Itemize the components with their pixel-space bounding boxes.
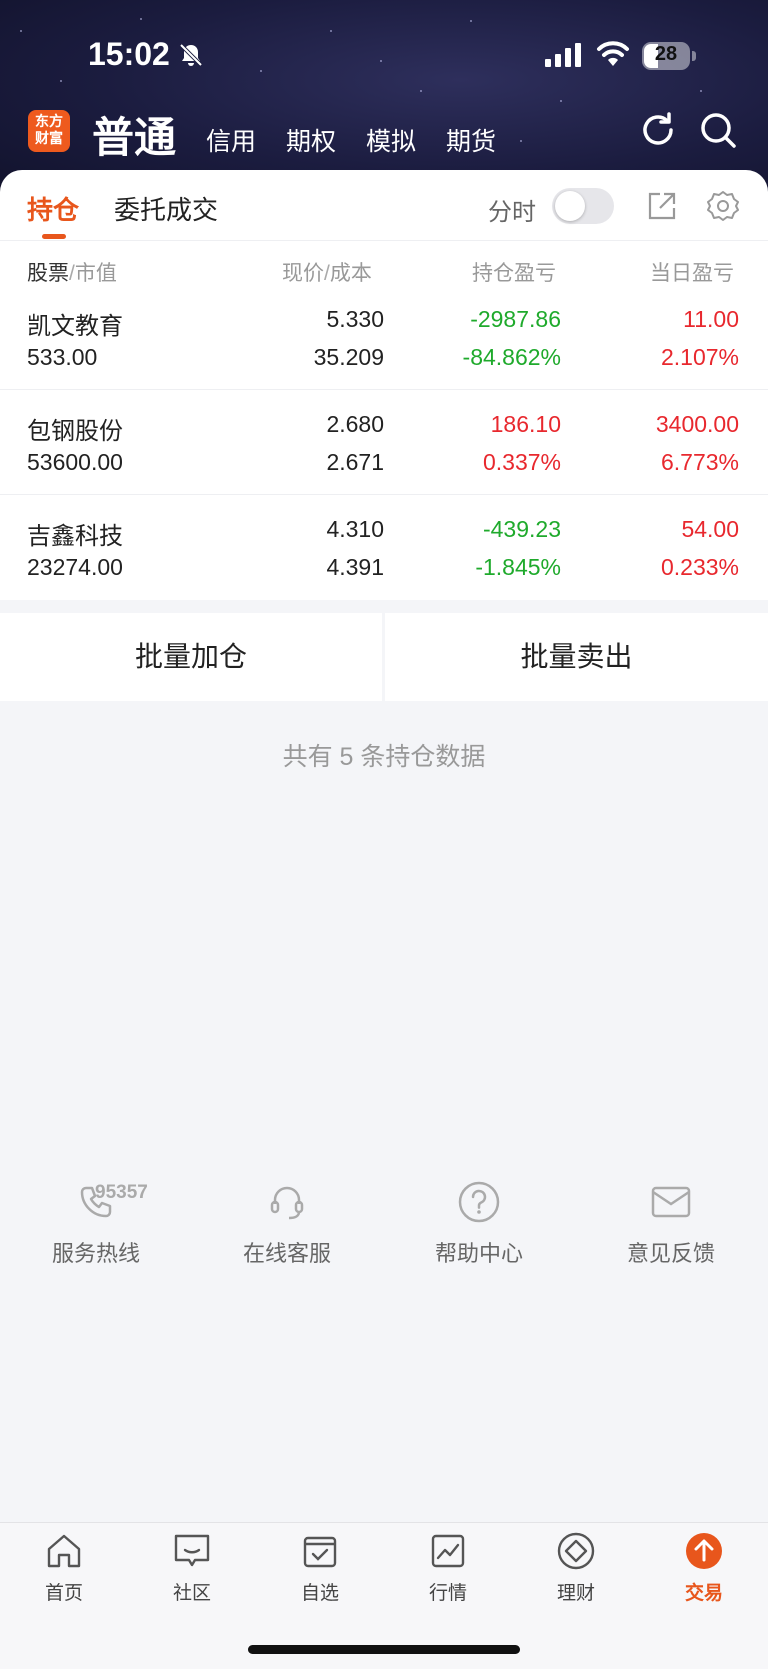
cost-price: 4.391 [326, 554, 384, 580]
nav-market[interactable]: 行情 [400, 1530, 496, 1605]
cost-price: 35.209 [313, 344, 384, 370]
col-header-price: 现价/成本 [282, 262, 372, 285]
nav-community[interactable]: 社区 [144, 1530, 240, 1605]
fenshi-toggle[interactable] [552, 188, 614, 224]
tab-orders-trades[interactable]: 委托成交 [114, 190, 218, 227]
checkbox-icon [303, 1536, 337, 1568]
nav-trade[interactable]: 交易 [656, 1530, 752, 1605]
service-help-center[interactable]: 帮助中心 [399, 1178, 559, 1268]
col-header-position-pl: 持仓盈亏 [472, 262, 556, 285]
market-value: 53600.00 [27, 449, 123, 475]
daily-pl-pct: 6.773% [660, 449, 739, 475]
daily-pl: 11.00 [683, 306, 739, 332]
market-value: 533.00 [27, 344, 98, 370]
stock-name: 吉鑫科技 [27, 523, 123, 550]
battery-level: 28 [654, 43, 678, 65]
battery-indicator: 28 [642, 42, 696, 70]
current-price: 2.680 [326, 411, 384, 437]
daily-pl: 3400.00 [655, 411, 739, 437]
col-header-stock: 股票/市值 [27, 262, 117, 285]
stock-name: 凯文教育 [27, 313, 123, 340]
position-pl: -2987.86 [470, 306, 561, 332]
service-online-support[interactable]: 在线客服 [207, 1178, 367, 1268]
divider [0, 240, 768, 241]
nav-watchlist[interactable]: 自选 [272, 1530, 368, 1605]
chat-bubble-icon [174, 1534, 210, 1567]
position-pl: -439.23 [482, 516, 561, 542]
nav-home[interactable]: 首页 [16, 1530, 112, 1605]
position-pl-pct: 0.337% [482, 449, 561, 475]
account-mode-title[interactable]: 普通 [92, 104, 176, 165]
cost-price: 2.671 [326, 449, 384, 475]
daily-pl-pct: 2.107% [660, 344, 739, 370]
holdings-count-note: 共有 5 条持仓数据 [282, 743, 486, 771]
wifi-icon [597, 41, 629, 66]
arrow-up-circle-icon [686, 1533, 722, 1569]
home-icon [47, 1534, 81, 1568]
status-time: 15:02 [88, 36, 170, 72]
headset-icon [270, 1186, 304, 1220]
diamond-circle-icon [557, 1532, 595, 1570]
tab-options[interactable]: 期权 [286, 122, 336, 158]
daily-pl-pct: 0.233% [660, 554, 739, 580]
nav-wealth[interactable]: 理财 [528, 1530, 624, 1605]
position-pl: 186.10 [490, 411, 561, 437]
phone-icon [80, 1186, 112, 1218]
active-tab-indicator [42, 234, 66, 239]
current-price: 4.310 [326, 516, 384, 542]
batch-sell-button[interactable]: 批量卖出 [385, 613, 768, 701]
search-icon[interactable] [698, 110, 738, 150]
position-pl-pct: -84.862% [462, 344, 561, 370]
question-circle-icon [458, 1181, 500, 1223]
service-feedback[interactable]: 意见反馈 [591, 1178, 751, 1268]
market-value: 23274.00 [27, 554, 123, 580]
bell-off-icon [179, 43, 203, 67]
position-pl-pct: -1.845% [475, 554, 561, 580]
row-divider [0, 389, 768, 390]
tab-futures[interactable]: 期货 [446, 122, 496, 158]
row-divider [0, 494, 768, 495]
home-indicator[interactable] [248, 1645, 520, 1654]
col-header-daily-pl: 当日盈亏 [650, 262, 734, 285]
tab-holdings[interactable]: 持仓 [27, 190, 79, 227]
settings-gear-icon[interactable] [707, 190, 739, 222]
current-price: 5.330 [326, 306, 384, 332]
batch-add-button[interactable]: 批量加仓 [0, 613, 382, 701]
daily-pl: 54.00 [681, 516, 739, 542]
signal-icon [545, 43, 581, 67]
fenshi-label: 分时 [488, 199, 536, 226]
tab-credit[interactable]: 信用 [206, 122, 256, 158]
service-hotline[interactable]: 服务热线 [16, 1178, 176, 1268]
share-icon[interactable] [646, 190, 678, 222]
refresh-icon[interactable] [638, 110, 678, 150]
stock-name: 包钢股份 [27, 418, 123, 445]
trend-chart-icon [431, 1534, 465, 1568]
app-logo: 东方 财富 [28, 110, 70, 152]
tab-simulation[interactable]: 模拟 [366, 122, 416, 158]
mail-icon [651, 1186, 691, 1218]
